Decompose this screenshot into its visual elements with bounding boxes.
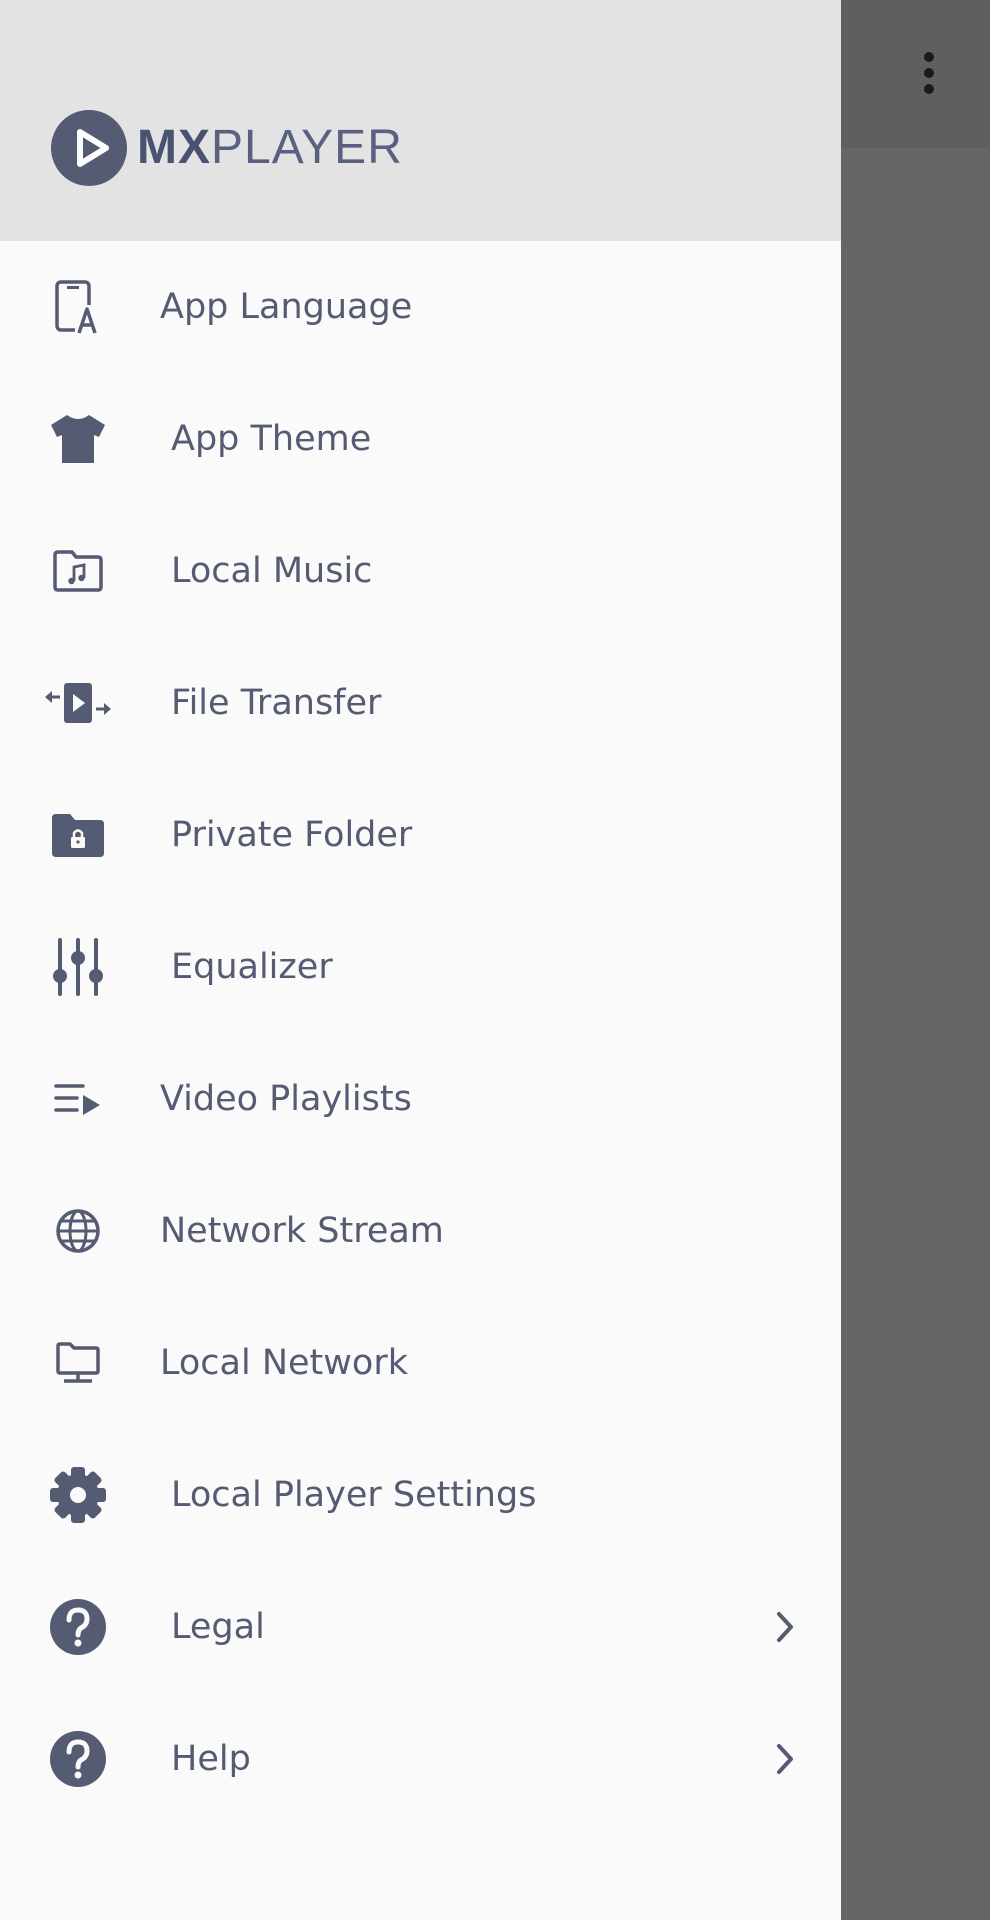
menu-item-label: Local Player Settings: [171, 1475, 537, 1515]
file-transfer-icon: [44, 669, 112, 737]
menu-item-label: Private Folder: [171, 815, 413, 855]
menu-item-video-playlists[interactable]: Video Playlists: [0, 1033, 841, 1165]
menu-item-network-stream[interactable]: Network Stream: [0, 1165, 841, 1297]
logo-text-light: PLAYER: [211, 121, 403, 174]
menu-item-label: Network Stream: [160, 1211, 444, 1251]
menu-item-file-transfer[interactable]: File Transfer: [0, 637, 841, 769]
menu-item-app-language[interactable]: App Language: [0, 241, 841, 373]
menu-item-label: App Theme: [171, 419, 372, 459]
menu-item-app-theme[interactable]: App Theme: [0, 373, 841, 505]
menu-item-label: Local Music: [171, 551, 373, 591]
menu-item-label: Local Network: [160, 1343, 408, 1383]
menu-item-help[interactable]: Help: [0, 1693, 841, 1825]
menu-item-label: Video Playlists: [160, 1079, 412, 1119]
globe-icon: [44, 1197, 112, 1265]
overflow-menu-icon[interactable]: [900, 40, 958, 106]
menu-item-label: App Language: [160, 287, 413, 327]
navigation-drawer: MXPLAYER App Language App Theme Local Mu…: [0, 0, 841, 1920]
drawer-menu: App Language App Theme Local Music File …: [0, 241, 841, 1825]
mx-player-logo: MXPLAYER: [51, 110, 403, 186]
chevron-right-icon: [765, 1607, 805, 1647]
drawer-header: MXPLAYER: [0, 0, 841, 241]
app-language-icon: [44, 273, 112, 341]
help-circle-icon: [44, 1725, 112, 1793]
logo-text-bold: MX: [137, 121, 211, 174]
monitor-icon: [44, 1329, 112, 1397]
menu-item-local-player-settings[interactable]: Local Player Settings: [0, 1429, 841, 1561]
menu-item-label: Legal: [171, 1607, 265, 1647]
menu-item-local-network[interactable]: Local Network: [0, 1297, 841, 1429]
help-circle-icon: [44, 1593, 112, 1661]
logo-wordmark: MXPLAYER: [137, 124, 403, 172]
music-folder-icon: [44, 537, 112, 605]
play-circle-logo-icon: [51, 110, 127, 186]
menu-item-equalizer[interactable]: Equalizer: [0, 901, 841, 1033]
gear-icon: [44, 1461, 112, 1529]
lock-folder-icon: [44, 801, 112, 869]
menu-item-local-music[interactable]: Local Music: [0, 505, 841, 637]
tshirt-icon: [44, 405, 112, 473]
equalizer-icon: [44, 933, 112, 1001]
menu-item-legal[interactable]: Legal: [0, 1561, 841, 1693]
playlist-icon: [44, 1065, 112, 1133]
menu-item-label: File Transfer: [171, 683, 382, 723]
menu-item-label: Equalizer: [171, 947, 333, 987]
chevron-right-icon: [765, 1739, 805, 1779]
screen: MXPLAYER App Language App Theme Local Mu…: [0, 0, 990, 1920]
menu-item-private-folder[interactable]: Private Folder: [0, 769, 841, 901]
menu-item-label: Help: [171, 1739, 251, 1779]
